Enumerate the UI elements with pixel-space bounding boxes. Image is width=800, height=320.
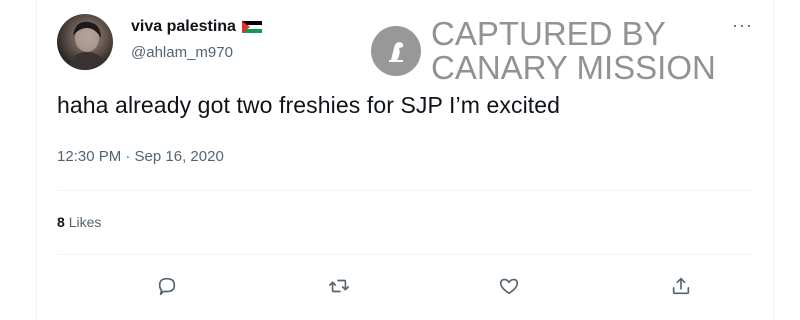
tweet-timestamp[interactable]: 12:30 PM · Sep 16, 2020 (57, 148, 224, 165)
watermark-line1: CAPTURED BY (431, 15, 666, 52)
watermark-text: CAPTURED BY CANARY MISSION (431, 17, 716, 85)
reply-icon (158, 277, 176, 296)
reply-button[interactable] (149, 268, 185, 304)
retweet-button[interactable] (321, 268, 357, 304)
tweet-card: viva palestina @ahlam_m970 ··· CAPTURED … (36, 0, 774, 320)
author-name[interactable]: viva palestina (131, 18, 262, 36)
divider (57, 190, 753, 191)
share-button[interactable] (663, 268, 699, 304)
avatar[interactable] (57, 14, 113, 70)
watermark: CAPTURED BY CANARY MISSION (371, 14, 751, 88)
share-icon (672, 277, 690, 295)
author-handle[interactable]: @ahlam_m970 (131, 44, 233, 61)
watermark-line2: CANARY MISSION (431, 49, 716, 86)
retweet-icon (329, 279, 349, 293)
tweet-text: haha already got two freshies for SJP I’… (57, 92, 561, 118)
avatar-photo (67, 21, 107, 70)
likes-label: Likes (68, 214, 102, 230)
divider (57, 254, 753, 255)
palestine-flag-icon (241, 21, 262, 33)
action-bar (57, 268, 753, 304)
heart-icon (499, 278, 519, 295)
likes-count: 8 (57, 214, 65, 230)
likes-stat[interactable]: 8 Likes (57, 214, 101, 230)
canary-bird-icon (371, 26, 421, 76)
author-name-text[interactable]: viva palestina (131, 18, 236, 36)
like-button[interactable] (491, 268, 527, 304)
